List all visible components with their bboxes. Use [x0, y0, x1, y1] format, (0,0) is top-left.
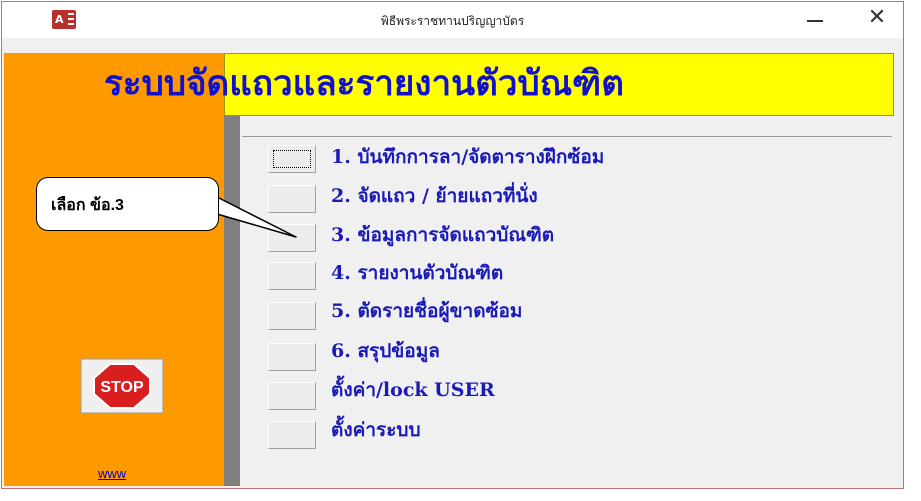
callout-pointer	[216, 196, 297, 238]
stop-label: STOP	[100, 379, 144, 396]
stop-button[interactable]: STOP	[80, 358, 164, 414]
callout-text: เลือก ข้อ.3	[51, 197, 124, 214]
www-link[interactable]: www	[98, 466, 126, 481]
instruction-callout: เลือก ข้อ.3	[36, 177, 219, 231]
